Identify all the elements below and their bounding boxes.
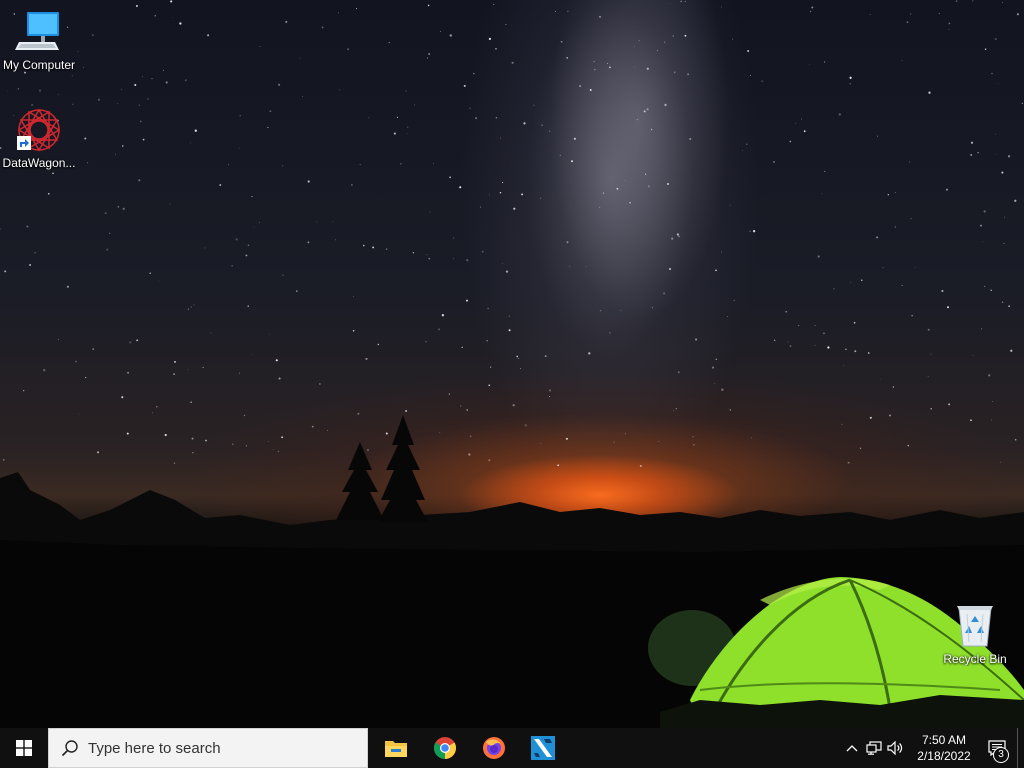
starfield (0, 0, 1023, 470)
volume-button[interactable] (885, 728, 907, 768)
show-desktop-button[interactable] (1017, 728, 1024, 768)
file-explorer-icon (385, 741, 407, 757)
taskbar-app-chrome[interactable] (421, 728, 469, 768)
desktop-icon-label: DataWagon... (2, 156, 76, 170)
taskbar-app-file-explorer[interactable] (372, 728, 420, 768)
notification-count-badge: 3 (993, 747, 1009, 763)
desktop[interactable]: My Computer DataWagon... Recycle Bin (0, 0, 1024, 728)
taskbar: Type here to search 7:50 AM 2/18/2022 3 (0, 728, 1024, 768)
system-tray: 7:50 AM 2/18/2022 3 (841, 728, 1024, 768)
taskbar-app-editor[interactable] (519, 728, 567, 768)
firefox-icon (483, 737, 505, 759)
clock-date: 2/18/2022 (917, 749, 971, 763)
search-box[interactable]: Type here to search (48, 728, 368, 768)
datawagon-icon (15, 106, 63, 154)
taskbar-app-firefox[interactable] (470, 728, 518, 768)
search-placeholder: Type here to search (88, 739, 221, 757)
search-icon (61, 740, 78, 757)
network-button[interactable] (863, 728, 885, 768)
recycle-bin-icon (951, 602, 999, 650)
chrome-icon (434, 737, 456, 759)
windows-logo-icon (16, 740, 32, 756)
clock[interactable]: 7:50 AM 2/18/2022 (911, 732, 977, 764)
desktop-icon-label: My Computer (2, 58, 76, 72)
computer-icon (15, 8, 63, 56)
desktop-icon-label: Recycle Bin (943, 652, 1007, 666)
desktop-icon-recycle-bin[interactable]: Recycle Bin (936, 602, 1014, 666)
desktop-icon-my-computer[interactable]: My Computer (0, 8, 78, 72)
chevron-up-icon (846, 745, 858, 752)
clock-time: 7:50 AM (921, 733, 967, 747)
start-button[interactable] (0, 728, 48, 768)
app-icon (531, 736, 555, 760)
pine-trees (336, 415, 428, 522)
taskbar-apps (371, 728, 567, 768)
show-hidden-icons-button[interactable] (841, 728, 863, 768)
speaker-icon (887, 741, 903, 755)
action-center-button[interactable]: 3 (977, 728, 1017, 768)
desktop-icon-datawagon[interactable]: DataWagon... (0, 106, 78, 170)
network-icon (866, 741, 882, 755)
wallpaper (0, 0, 1024, 728)
